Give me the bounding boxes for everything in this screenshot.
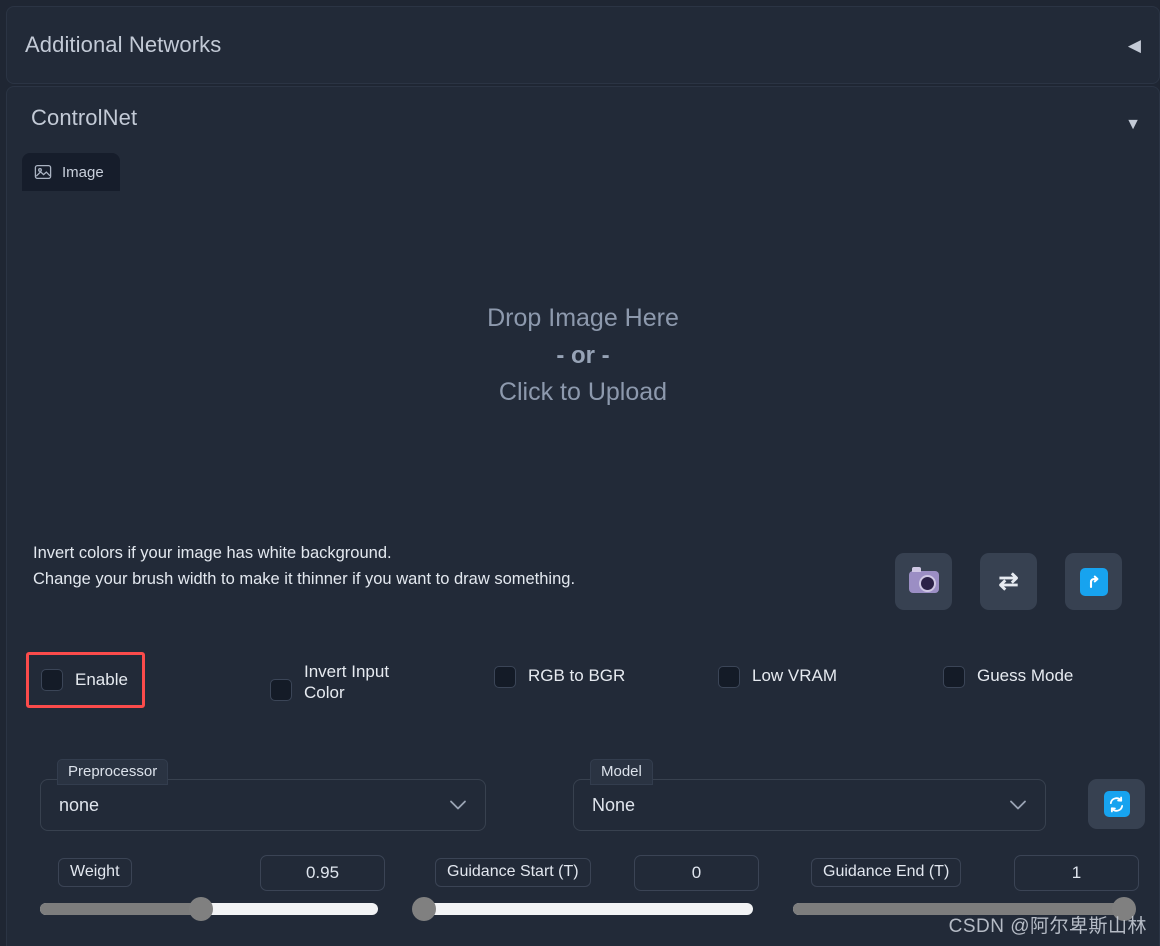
hint-text: Invert colors if your image has white ba… bbox=[33, 540, 575, 592]
preprocessor-select[interactable]: none bbox=[40, 779, 486, 831]
weight-label: Weight bbox=[58, 858, 132, 887]
guidance-start-value[interactable]: 0 bbox=[634, 855, 759, 891]
image-icon bbox=[34, 163, 52, 181]
guidance-end-slider-block: Guidance End (T) 1 bbox=[793, 855, 1139, 921]
additional-networks-header[interactable]: Additional Networks ◀ bbox=[7, 7, 1159, 83]
additional-networks-title: Additional Networks bbox=[25, 32, 222, 57]
guidance-start-label: Guidance Start (T) bbox=[435, 858, 591, 887]
checkbox-guess-mode[interactable]: Guess Mode bbox=[943, 666, 1073, 688]
dropzone-line-2: - or - bbox=[556, 341, 610, 369]
model-value: None bbox=[592, 794, 636, 815]
controlnet-options: Enable Invert Input Color RGB to BGR Low… bbox=[26, 652, 1146, 714]
rgb-to-bgr-checkbox[interactable] bbox=[494, 666, 516, 688]
triangle-down-icon[interactable]: ▼ bbox=[1125, 117, 1141, 133]
chevron-down-icon bbox=[449, 795, 467, 816]
refresh-icon bbox=[1103, 791, 1130, 817]
send-to-button[interactable] bbox=[1065, 553, 1122, 610]
guidance-end-label: Guidance End (T) bbox=[811, 858, 962, 887]
camera-icon bbox=[908, 566, 939, 593]
webcam-button[interactable] bbox=[895, 553, 952, 610]
swap-button[interactable]: ⇄ bbox=[980, 553, 1037, 610]
guidance-start-slider-thumb[interactable] bbox=[411, 897, 436, 921]
weight-slider-thumb[interactable] bbox=[188, 897, 213, 921]
dropzone-line-3: Click to Upload bbox=[498, 378, 668, 407]
hint-line-2: Change your brush width to make it thinn… bbox=[33, 570, 576, 589]
dropzone-line-1: Drop Image Here bbox=[487, 304, 679, 333]
tab-image-label: Image bbox=[62, 163, 104, 181]
preprocessor-value: none bbox=[59, 794, 100, 815]
low-vram-checkbox[interactable] bbox=[718, 666, 740, 688]
weight-slider-head: Weight 0.95 bbox=[40, 855, 385, 891]
controlnet-title: ControlNet bbox=[31, 105, 138, 130]
checkbox-low-vram[interactable]: Low VRAM bbox=[718, 666, 837, 688]
swap-arrows-icon: ⇄ bbox=[998, 567, 1019, 595]
rgb-to-bgr-label: RGB to BGR bbox=[528, 666, 626, 685]
guess-mode-checkbox[interactable] bbox=[943, 666, 965, 688]
weight-slider-block: Weight 0.95 bbox=[40, 855, 385, 921]
low-vram-label: Low VRAM bbox=[752, 666, 838, 685]
preprocessor-label: Preprocessor bbox=[57, 759, 169, 785]
watermark: CSDN @阿尔卑斯山林 bbox=[948, 916, 1147, 937]
refresh-models-button[interactable] bbox=[1088, 779, 1145, 829]
model-field: Model None bbox=[573, 759, 1046, 831]
guidance-start-slider-block: Guidance Start (T) 0 bbox=[411, 855, 759, 921]
controlnet-page: Additional Networks ◀ ControlNet ▼ Image… bbox=[0, 0, 1160, 946]
tab-image[interactable]: Image bbox=[22, 153, 120, 191]
triangle-left-icon[interactable]: ◀ bbox=[1128, 37, 1141, 54]
guess-mode-label: Guess Mode bbox=[977, 666, 1074, 685]
controlnet-tab-strip: Image bbox=[22, 153, 120, 191]
checkbox-enable[interactable]: Enable bbox=[26, 652, 145, 708]
preprocessor-field: Preprocessor none bbox=[40, 759, 486, 831]
weight-value[interactable]: 0.95 bbox=[260, 855, 385, 891]
weight-slider[interactable] bbox=[40, 897, 378, 921]
chevron-down-icon bbox=[1009, 795, 1027, 816]
image-dropzone[interactable]: Drop Image Here - or - Click to Upload bbox=[22, 191, 1144, 521]
checkbox-rgb-to-bgr[interactable]: RGB to BGR bbox=[494, 666, 625, 688]
checkbox-invert-input-color[interactable]: Invert Input Color bbox=[270, 662, 409, 704]
image-action-buttons: ⇄ bbox=[895, 553, 1122, 610]
guidance-start-slider[interactable] bbox=[411, 897, 753, 921]
invert-input-color-checkbox[interactable] bbox=[270, 679, 292, 701]
invert-input-color-label: Invert Input Color bbox=[304, 662, 390, 702]
model-label: Model bbox=[590, 759, 653, 785]
additional-networks-panel[interactable]: Additional Networks ◀ bbox=[6, 6, 1160, 84]
weight-slider-fill bbox=[40, 903, 201, 915]
enable-checkbox[interactable] bbox=[41, 669, 63, 691]
guidance-end-value[interactable]: 1 bbox=[1014, 855, 1139, 891]
guidance-start-slider-head: Guidance Start (T) 0 bbox=[417, 855, 759, 891]
hint-line-1: Invert colors if your image has white ba… bbox=[33, 544, 392, 562]
arrow-up-right-icon bbox=[1079, 567, 1108, 596]
guidance-end-slider-head: Guidance End (T) 1 bbox=[793, 855, 1139, 891]
enable-label: Enable bbox=[75, 669, 128, 689]
model-select[interactable]: None bbox=[573, 779, 1046, 831]
